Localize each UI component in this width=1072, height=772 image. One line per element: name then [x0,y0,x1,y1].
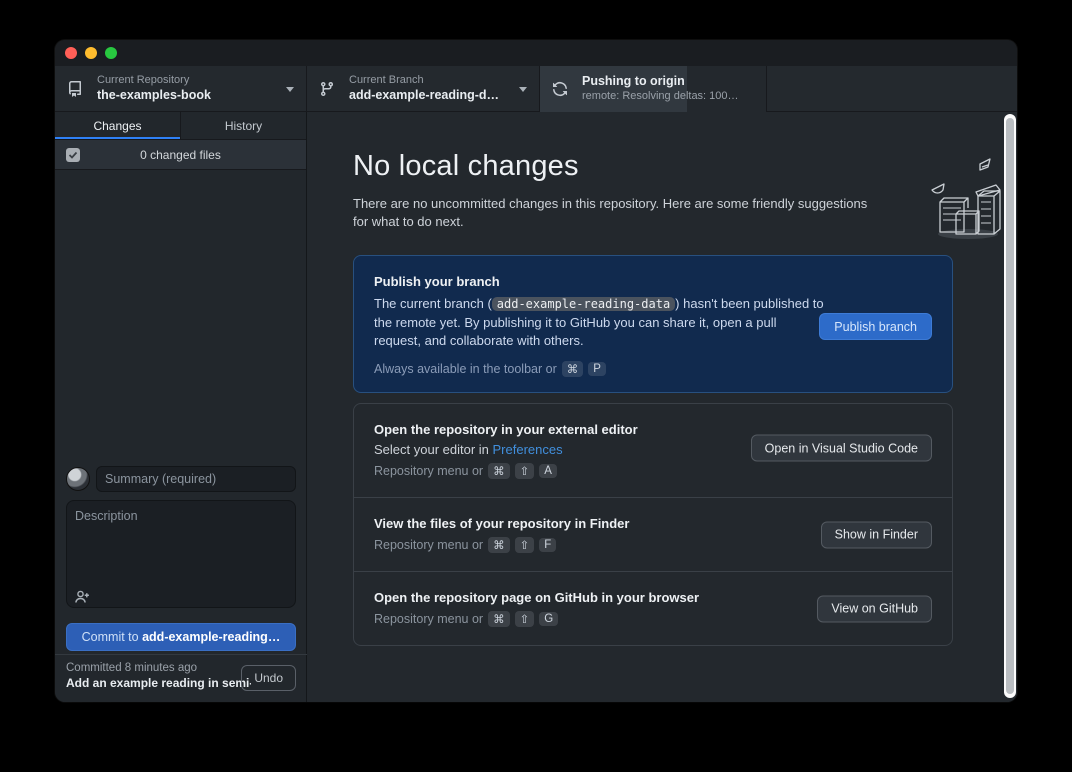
publish-card-title: Publish your branch [374,274,932,289]
push-title: Pushing to origin [582,74,739,90]
subtitle-line-1: There are no uncommitted changes in this… [353,195,963,213]
repo-icon [67,81,83,97]
close-window-button[interactable] [65,47,77,59]
cmd-key: ⌘ [562,361,584,377]
current-branch-button[interactable]: Current Branch add-example-reading-d… [307,66,540,112]
a-key: A [539,464,557,478]
page-subtitle: There are no uncommitted changes in this… [353,195,963,231]
commit-button[interactable]: Commit to add-example-reading… [66,623,296,651]
tab-history[interactable]: History [180,112,306,139]
publish-branch-card: Publish your branch The current branch (… [353,255,953,393]
push-to-origin-button[interactable]: Pushing to origin remote: Resolving delt… [540,66,767,112]
chevron-down-icon [519,87,527,92]
suggestion-shortcut: Repository menu or ⌘ ⇧ A [374,463,932,479]
p-key: P [588,362,606,376]
preferences-link[interactable]: Preferences [493,442,563,457]
open-in-editor-button[interactable]: Open in Visual Studio Code [751,435,932,462]
repository-label: Current Repository [97,74,211,88]
subtitle-line-2: for what to do next. [353,213,963,231]
scrollbar-thumb[interactable] [1006,118,1014,694]
show-in-finder-button[interactable]: Show in Finder [821,521,932,548]
shift-key: ⇧ [515,537,535,553]
repository-name: the-examples-book [97,88,211,104]
menu-text: Repository menu or [374,464,483,478]
page-title: No local changes [353,150,963,183]
commit-button-prefix: Commit to [82,630,142,644]
last-commit-message: Add an example reading in semi-… [66,676,251,690]
sidebar: Changes History 0 changed files [55,112,307,702]
screen-background: Current Repository the-examples-book Cur… [0,0,1072,772]
branch-name: add-example-reading-d… [349,88,499,104]
sync-icon [552,81,568,97]
sidebar-tabs: Changes History [55,112,306,140]
cmd-key: ⌘ [488,611,510,627]
shift-key: ⇧ [515,463,535,479]
f-key: F [539,538,556,552]
chevron-down-icon [286,87,294,92]
shift-key: ⇧ [515,611,535,627]
no-changes-illustration [918,152,1010,244]
commit-form: Commit to add-example-reading… [55,466,307,651]
zoom-window-button[interactable] [105,47,117,59]
publish-body-before: The current branch ( [374,296,492,311]
branch-name-code: add-example-reading-data [492,297,675,311]
suggestion-show-in-finder: View the files of your repository in Fin… [354,497,952,571]
select-all-checkbox[interactable] [66,148,80,162]
git-branch-icon [319,81,335,97]
branch-label: Current Branch [349,74,499,88]
undo-banner: Committed 8 minutes ago Add an example r… [55,654,307,702]
publish-branch-button[interactable]: Publish branch [819,313,932,340]
menu-text: Repository menu or [374,612,483,626]
cmd-key: ⌘ [488,463,510,479]
titlebar [55,40,1017,66]
toolbar: Current Repository the-examples-book Cur… [55,66,1017,112]
current-repository-button[interactable]: Current Repository the-examples-book [55,66,307,112]
minimize-window-button[interactable] [85,47,97,59]
main-panel: No local changes There are no uncommitte… [307,112,1017,702]
commit-button-branch: add-example-reading… [142,630,280,644]
push-status: remote: Resolving deltas: 100… [582,90,739,104]
publish-card-footer: Always available in the toolbar or ⌘ P [374,361,932,377]
add-coauthor-icon[interactable] [74,589,90,605]
suggestion-external-editor: Open the repository in your external edi… [354,404,952,497]
g-key: G [539,612,558,626]
suggestions-list: Open the repository in your external edi… [353,403,953,646]
changed-files-row: 0 changed files [55,140,306,170]
suggestion-view-on-github: Open the repository page on GitHub in yo… [354,571,952,645]
github-desktop-window: Current Repository the-examples-book Cur… [55,40,1017,702]
avatar [66,467,90,491]
changed-files-count: 0 changed files [55,148,306,162]
tab-changes[interactable]: Changes [55,112,180,139]
publish-card-body: The current branch (add-example-reading-… [374,295,824,350]
scrollbar-track[interactable] [1004,114,1016,698]
undo-button[interactable]: Undo [241,665,296,691]
menu-text: Repository menu or [374,538,483,552]
view-on-github-button[interactable]: View on GitHub [817,595,932,622]
publish-footer-text: Always available in the toolbar or [374,362,557,376]
summary-input[interactable] [96,466,296,492]
editor-line-prefix: Select your editor in [374,442,493,457]
cmd-key: ⌘ [488,537,510,553]
description-input[interactable] [66,500,296,608]
